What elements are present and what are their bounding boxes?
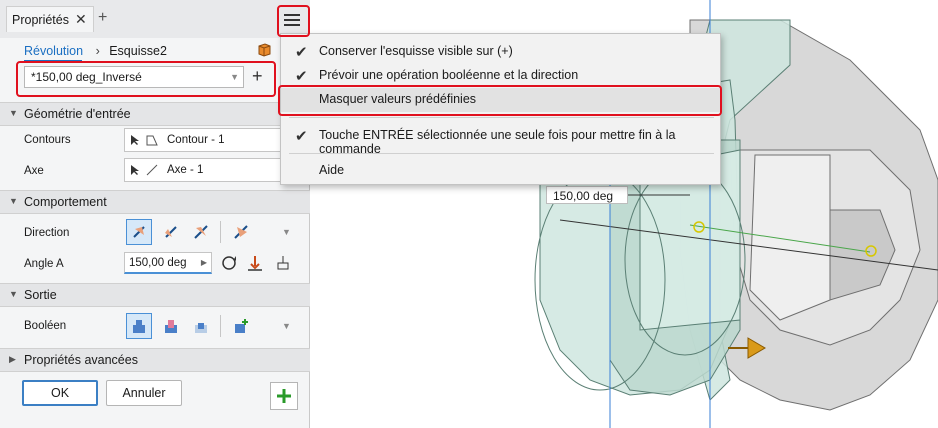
checkmark-icon: ✔ xyxy=(295,128,308,145)
chevron-down-icon: ▼ xyxy=(230,72,239,82)
revolve-full-icon xyxy=(222,256,236,270)
breadcrumb-feature[interactable]: Révolution xyxy=(24,44,83,58)
cut-icon xyxy=(165,320,177,333)
axis-value: Axe - 1 xyxy=(167,164,204,176)
section-title: Sortie xyxy=(24,288,57,302)
join-icon xyxy=(133,320,145,333)
collapse-triangle-icon: ▼ xyxy=(9,108,18,118)
revolve-asymmetric-icon xyxy=(234,225,248,239)
breadcrumb-active-underline xyxy=(24,60,82,62)
section-title: Propriétés avancées xyxy=(24,353,138,367)
menu-item-help[interactable]: Aide xyxy=(281,159,720,183)
direction-asymmetric-button[interactable] xyxy=(228,219,254,245)
cursor-icon xyxy=(131,165,139,175)
collapse-triangle-icon: ▼ xyxy=(9,196,18,206)
direction-symmetric-button[interactable] xyxy=(188,219,214,245)
profile-icon xyxy=(146,135,158,146)
checkmark-icon: ✔ xyxy=(295,68,308,85)
contours-label: Contours xyxy=(24,134,71,146)
panel-tabbar: Propriétés ✕ + xyxy=(0,0,310,38)
section-input-geometry[interactable]: ▼ Géométrie d'entrée xyxy=(0,102,310,126)
between-button[interactable] xyxy=(270,250,296,276)
section-behavior[interactable]: ▼ Comportement xyxy=(0,190,310,214)
section-title: Comportement xyxy=(24,195,107,209)
ok-button[interactable]: OK xyxy=(22,380,98,406)
menu-divider xyxy=(289,153,714,154)
checkmark-icon: ✔ xyxy=(295,44,308,61)
expand-triangle-icon: ▶ xyxy=(9,354,16,364)
chevron-down-icon[interactable]: ▼ xyxy=(282,321,291,331)
menu-item-hide-presets[interactable]: Masquer valeurs prédéfinies xyxy=(281,88,720,112)
direction-default-button[interactable] xyxy=(126,219,152,245)
settings-menu: ✔ Conserver l'esquisse visible sur (+) ✔… xyxy=(280,33,721,185)
menu-item-label: Masquer valeurs prédéfinies xyxy=(319,92,477,106)
menu-item-label: Conserver l'esquisse visible sur (+) xyxy=(319,44,513,58)
to-face-button[interactable] xyxy=(242,250,268,276)
properties-panel: Propriétés ✕ + Révolution › Esquisse2 *1… xyxy=(0,0,310,428)
angle-dimension-label[interactable]: 150,00 deg xyxy=(546,186,628,204)
menu-item-label: Aide xyxy=(319,163,345,177)
divider xyxy=(220,221,221,243)
direction-flipped-button[interactable] xyxy=(158,219,184,245)
menu-item-predict-boolean[interactable]: ✔ Prévoir une opération booléenne et la … xyxy=(281,64,720,88)
preset-value: *150,00 deg_Inversé xyxy=(31,70,142,84)
menu-item-label: Touche ENTRÉE sélectionnée une seule foi… xyxy=(319,128,676,156)
cursor-icon xyxy=(131,135,139,145)
section-output[interactable]: ▼ Sortie xyxy=(0,283,310,307)
new-solid-icon xyxy=(235,319,248,333)
between-faces-icon xyxy=(277,256,289,270)
contours-value: Contour - 1 xyxy=(167,134,225,146)
add-preset-button[interactable]: + xyxy=(252,66,263,86)
play-arrow-icon[interactable]: ▶ xyxy=(201,253,207,273)
cube-icon[interactable] xyxy=(256,42,272,58)
boolean-cut-button[interactable] xyxy=(158,313,184,339)
angle-label: Angle A xyxy=(24,258,64,270)
preset-select[interactable]: *150,00 deg_Inversé ▼ xyxy=(24,66,244,88)
chevron-down-icon[interactable]: ▼ xyxy=(282,227,291,237)
axis-label: Axe xyxy=(24,165,44,177)
close-icon[interactable]: ✕ xyxy=(75,11,87,28)
full-revolution-button[interactable] xyxy=(216,250,242,276)
boolean-join-button[interactable] xyxy=(126,313,152,339)
axis-line-icon xyxy=(146,164,158,176)
hamburger-menu-icon xyxy=(284,14,300,26)
boolean-intersect-button[interactable] xyxy=(188,313,214,339)
menu-item-label: Prévoir une opération booléenne et la di… xyxy=(319,68,579,82)
menu-divider xyxy=(289,117,714,118)
plus-icon xyxy=(277,389,291,403)
to-face-icon xyxy=(248,256,262,271)
direction-label: Direction xyxy=(24,227,70,239)
boolean-label: Booléen xyxy=(24,320,67,332)
revolve-flip-icon xyxy=(165,226,177,238)
menu-item-enter-key-finish[interactable]: ✔ Touche ENTRÉE sélectionnée une seule f… xyxy=(281,124,720,156)
angle-input[interactable]: 150,00 deg ▶ xyxy=(124,252,212,274)
section-advanced[interactable]: ▶ Propriétés avancées xyxy=(0,348,310,372)
breadcrumb-sketch[interactable]: Esquisse2 xyxy=(109,44,167,58)
cancel-button[interactable]: Annuler xyxy=(106,380,182,406)
menu-item-keep-sketch-visible[interactable]: ✔ Conserver l'esquisse visible sur (+) xyxy=(281,40,720,64)
divider xyxy=(220,315,221,337)
section-title: Géométrie d'entrée xyxy=(24,107,131,121)
boolean-new-solid-button[interactable] xyxy=(228,313,254,339)
plus-icon[interactable]: + xyxy=(98,10,107,26)
angle-value: 150,00 deg xyxy=(129,257,187,269)
collapse-triangle-icon: ▼ xyxy=(9,289,18,299)
revolve-symmetric-icon xyxy=(194,225,208,239)
chevron-right-icon: › xyxy=(95,44,100,58)
revolve-direction-icon xyxy=(133,226,145,238)
intersect-icon xyxy=(195,323,207,333)
breadcrumb: Révolution › Esquisse2 xyxy=(24,44,167,62)
tab-properties[interactable]: Propriétés ✕ xyxy=(6,6,94,32)
hamburger-menu-button[interactable] xyxy=(278,7,306,33)
apply-button[interactable] xyxy=(270,382,298,410)
tab-title: Propriétés xyxy=(12,13,69,27)
